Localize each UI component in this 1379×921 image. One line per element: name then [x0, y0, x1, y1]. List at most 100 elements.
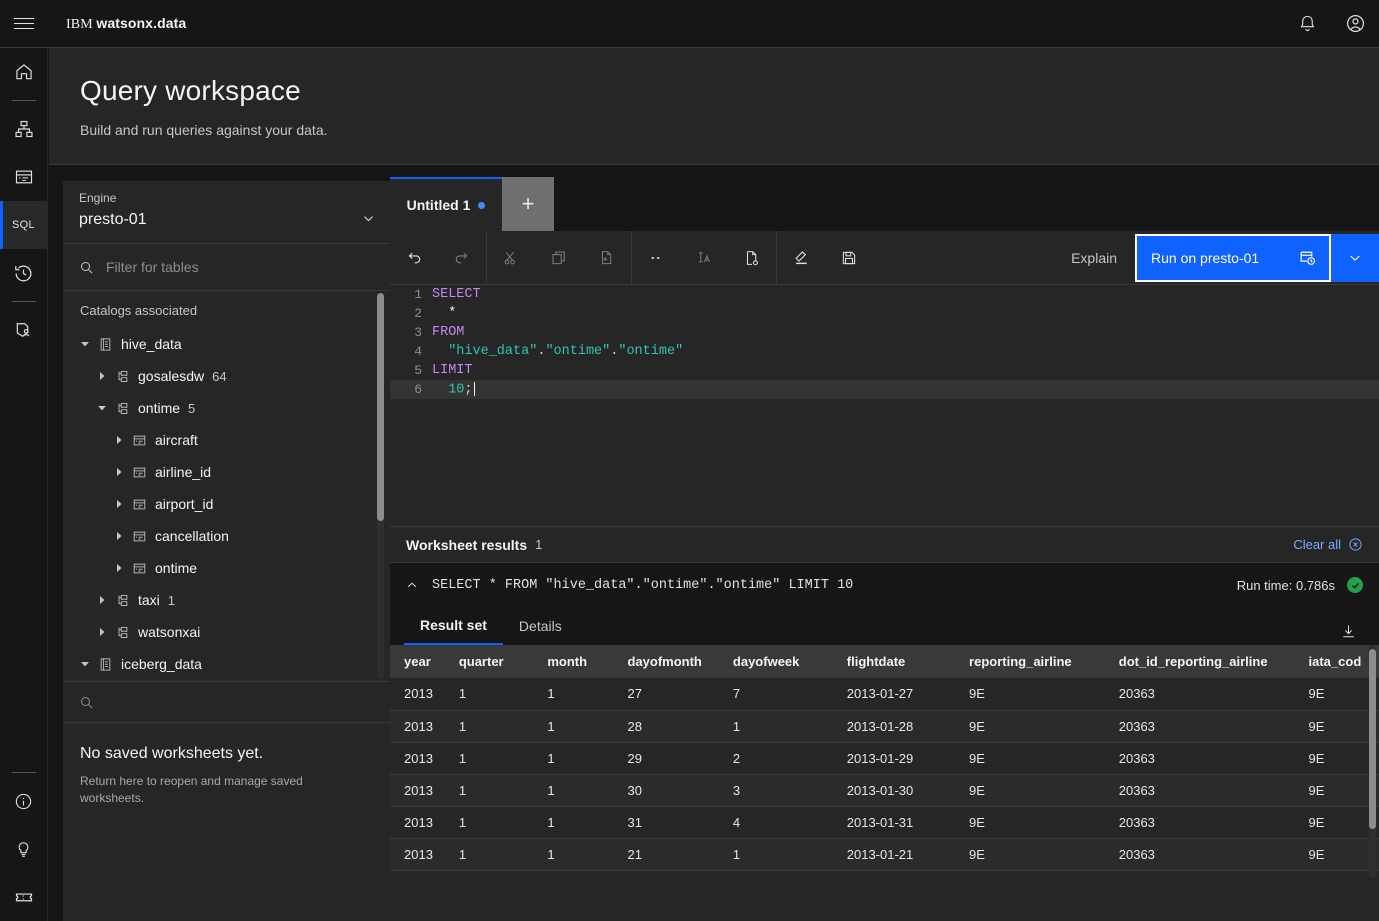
- chevron-down-icon[interactable]: [361, 211, 376, 226]
- tab-details[interactable]: Details: [503, 607, 578, 645]
- caret-right-icon[interactable]: [97, 371, 107, 381]
- clear-all-button[interactable]: Clear all: [1293, 537, 1363, 552]
- paste-button[interactable]: [583, 231, 631, 285]
- redo-button[interactable]: [438, 231, 486, 285]
- code-line[interactable]: 3 FROM: [390, 323, 1379, 342]
- schema-icon: [118, 626, 128, 638]
- table-row[interactable]: 2013 1 1 30 3 2013-01-30 9E 20363 9E: [390, 774, 1379, 807]
- table-row[interactable]: 2013 1 1 31 4 2013-01-31 9E 20363 9E: [390, 806, 1379, 839]
- tree-node-aircraft[interactable]: aircraft: [63, 424, 390, 456]
- cut-button[interactable]: [487, 231, 535, 285]
- table-cell: 4: [718, 806, 833, 839]
- bell-icon[interactable]: [1283, 0, 1331, 47]
- tree-node-ontime[interactable]: ontime 5: [63, 392, 390, 424]
- lightbulb-icon: [18, 841, 29, 857]
- tree-node-hive_data[interactable]: hive_data: [63, 328, 390, 360]
- tree-node-airline_id[interactable]: airline_id: [63, 456, 390, 488]
- search-input[interactable]: [106, 259, 374, 275]
- table-cell: 1: [533, 678, 614, 711]
- sidebar-item-support[interactable]: [0, 873, 48, 921]
- caret-down-icon[interactable]: [80, 339, 90, 349]
- format-button[interactable]: [680, 231, 728, 285]
- run-query-button[interactable]: Run on presto-01: [1135, 233, 1331, 282]
- table-row[interactable]: 2013 1 1 21 1 2013-01-21 9E 20363 9E: [390, 838, 1379, 871]
- table-row[interactable]: 2013 1 1 29 2 2013-01-29 9E 20363 9E: [390, 742, 1379, 775]
- caret-down-icon[interactable]: [97, 403, 107, 413]
- tab-untitled-1[interactable]: Untitled 1: [390, 177, 502, 231]
- sidebar-item-about[interactable]: [0, 777, 48, 825]
- comment-button[interactable]: [632, 231, 680, 285]
- worksheets-search-input[interactable]: [106, 694, 374, 710]
- infrastructure-icon: [15, 120, 32, 138]
- tree-node-watsonxai[interactable]: watsonxai: [63, 616, 390, 648]
- column-header-dot_id_reporting_airline[interactable]: dot_id_reporting_airline: [1104, 645, 1295, 678]
- engine-selector[interactable]: Engine presto-01: [63, 181, 390, 244]
- caret-right-icon[interactable]: [114, 563, 124, 573]
- caret-right-icon[interactable]: [114, 435, 124, 445]
- information-icon: [15, 793, 32, 809]
- column-header-year[interactable]: year: [390, 645, 445, 678]
- sidebar-item-home[interactable]: [0, 48, 48, 96]
- code-snippet-button[interactable]: [728, 231, 776, 285]
- query-status: Run time: 0.786s: [1237, 577, 1363, 593]
- column-header-dayofmonth[interactable]: dayofmonth: [613, 645, 719, 678]
- table-row[interactable]: 2013 1 1 27 7 2013-01-27 9E 20363 9E: [390, 678, 1379, 711]
- caret-right-icon[interactable]: [114, 467, 124, 477]
- tree-node-cancellation[interactable]: cancellation: [63, 520, 390, 552]
- column-header-flightdate[interactable]: flightdate: [832, 645, 956, 678]
- tree-scrollbar-thumb[interactable]: [377, 293, 384, 521]
- sidebar-item-query-history[interactable]: [0, 249, 48, 297]
- code-line[interactable]: 4 "hive_data"."ontime"."ontime": [390, 342, 1379, 361]
- engine-label: Engine: [79, 191, 117, 205]
- caret-right-icon[interactable]: [97, 627, 107, 637]
- code-line[interactable]: 1 SELECT: [390, 285, 1379, 304]
- table-cell: 2013: [390, 710, 445, 743]
- caret-right-icon[interactable]: [114, 531, 124, 541]
- chevron-up-icon[interactable]: [398, 578, 426, 592]
- caret-right-icon[interactable]: [114, 499, 124, 509]
- table-row[interactable]: 2013 1 1 28 1 2013-01-28 9E 20363 9E: [390, 710, 1379, 743]
- explain-button[interactable]: Explain: [1053, 231, 1135, 285]
- column-header-quarter[interactable]: quarter: [444, 645, 534, 678]
- tree-node-taxi[interactable]: taxi 1: [63, 584, 390, 616]
- sidebar-item-data-manager[interactable]: [0, 153, 48, 201]
- tree-node-airport_id[interactable]: airport_id: [63, 488, 390, 520]
- caret-right-icon[interactable]: [97, 595, 107, 605]
- tree-scrollbar[interactable]: [377, 293, 384, 679]
- table-cell: 1: [533, 742, 614, 775]
- clear-editor-button[interactable]: [777, 231, 825, 285]
- sidebar-item-tips[interactable]: [0, 825, 48, 873]
- tree-node-iceberg_data[interactable]: iceberg_data: [63, 648, 390, 680]
- tab-result-set[interactable]: Result set: [404, 607, 503, 645]
- sql-code-editor[interactable]: 1 SELECT 2 * 3 FROM 4 "hive_data"."ontime"."o…: [390, 285, 1379, 526]
- line-number: 2: [414, 306, 422, 321]
- caret-down-icon[interactable]: [80, 659, 90, 669]
- user-avatar-icon[interactable]: [1331, 0, 1379, 47]
- tree-node-ontime[interactable]: ontime: [63, 552, 390, 584]
- code-line[interactable]: 2 *: [390, 304, 1379, 323]
- copy-button[interactable]: [535, 231, 583, 285]
- undo-button[interactable]: [390, 231, 438, 285]
- sidebar-item-infrastructure[interactable]: [0, 105, 48, 153]
- code-line[interactable]: 6 10;: [390, 380, 1379, 399]
- tree-node-gosalesdw[interactable]: gosalesdw 64: [63, 360, 390, 392]
- save-icon: [842, 251, 856, 264]
- table-cell: 2013-01-21: [832, 838, 956, 871]
- page-title: Query workspace: [80, 75, 301, 106]
- schema-icon: [118, 594, 128, 606]
- hamburger-icon[interactable]: [0, 0, 48, 47]
- run-options-dropdown[interactable]: [1331, 233, 1379, 282]
- results-scrollbar[interactable]: [1369, 645, 1376, 878]
- code-line[interactable]: 5 LIMIT: [390, 361, 1379, 380]
- download-icon[interactable]: [1340, 623, 1357, 640]
- column-header-reporting_airline[interactable]: reporting_airline: [955, 645, 1105, 678]
- sidebar-item-access-control[interactable]: [0, 306, 48, 354]
- code-text: 10;: [448, 381, 475, 398]
- column-header-dayofweek[interactable]: dayofweek: [718, 645, 833, 678]
- add-worksheet-button[interactable]: +: [502, 177, 554, 231]
- save-button[interactable]: [825, 231, 873, 285]
- column-header-month[interactable]: month: [533, 645, 614, 678]
- sidebar-item-sql[interactable]: SQL: [0, 201, 48, 249]
- column-header-iata_cod[interactable]: iata_cod: [1294, 645, 1379, 678]
- results-scrollbar-thumb[interactable]: [1369, 649, 1376, 829]
